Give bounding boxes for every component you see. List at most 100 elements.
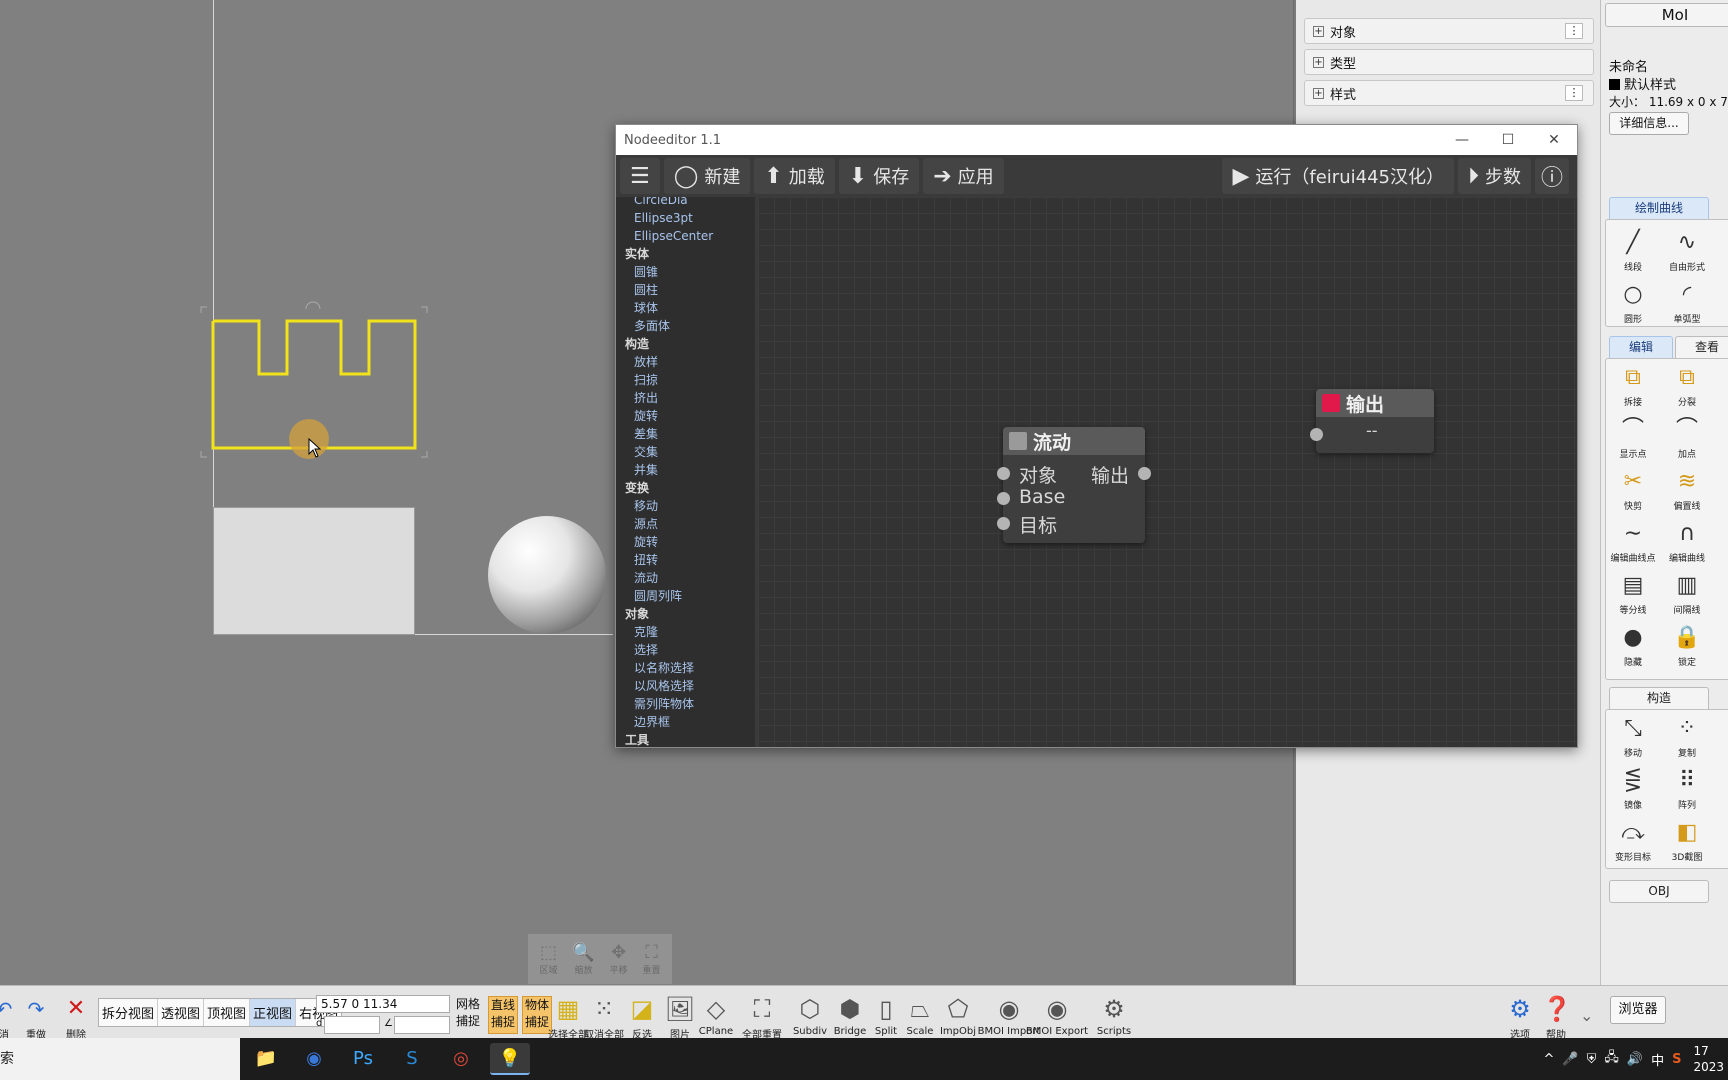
sidebar-category[interactable]: 工具: [616, 731, 755, 747]
node-library-sidebar[interactable]: CircleDia Ellipse3pt EllipseCenter 实体 圆锥 圆柱 球体…: [616, 197, 758, 747]
output-port-dot[interactable]: [1138, 467, 1151, 480]
line-tool[interactable]: ╱ 线段: [1608, 228, 1658, 273]
input-port-dot[interactable]: [1310, 428, 1323, 441]
delete-button[interactable]: ✕ 删除: [62, 994, 90, 1041]
sidebar-category[interactable]: 对象: [616, 605, 755, 623]
divide-tool[interactable]: ▤ 等分线: [1608, 571, 1658, 616]
info-button[interactable]: ⓘ: [1534, 158, 1569, 194]
object-style[interactable]: 默认样式: [1609, 74, 1676, 93]
copy-tool[interactable]: ⁘ 复制: [1662, 714, 1712, 759]
options-button[interactable]: ⚙ 选项: [1506, 994, 1534, 1041]
sidebar-node-item[interactable]: 多面体: [616, 317, 755, 335]
network-icon[interactable]: 🖧: [1604, 1048, 1619, 1070]
tab-edit[interactable]: 编辑: [1609, 336, 1673, 359]
sidebar-category[interactable]: 变换: [616, 479, 755, 497]
sidebar-node-item[interactable]: 需列阵物体: [616, 695, 755, 713]
run-button[interactable]: ▶ 运行（feirui445汉化）: [1222, 158, 1454, 194]
browser-button[interactable]: 浏览器: [1610, 996, 1666, 1024]
grid-snap-toggle[interactable]: 网格捕捉: [453, 996, 483, 1034]
input-method-icon[interactable]: 中: [1651, 1050, 1664, 1069]
pan-button[interactable]: ✥ 平移: [610, 942, 628, 976]
moi-icon[interactable]: 💡: [490, 1043, 530, 1075]
undo-button[interactable]: ↶ 消: [0, 994, 14, 1041]
accordion-types[interactable]: + 类型: [1304, 49, 1594, 75]
distance-input[interactable]: [324, 1016, 380, 1034]
security-icon[interactable]: ⛨: [1587, 1052, 1597, 1067]
sidebar-node-item[interactable]: 圆锥: [616, 263, 755, 281]
input-port-dot[interactable]: [997, 517, 1010, 530]
bridge-tool-button[interactable]: ⬢ Bridge: [830, 994, 870, 1037]
sidebar-node-item[interactable]: 以名称选择: [616, 659, 755, 677]
sidebar-category[interactable]: 构造: [616, 335, 755, 353]
sogou-ime-icon[interactable]: S: [1672, 1052, 1681, 1067]
反选-tool-button[interactable]: ◪ 反选: [622, 994, 662, 1041]
maximize-icon[interactable]: ☐: [1485, 125, 1531, 155]
coordinate-input[interactable]: 5.57 0 11.34: [316, 995, 450, 1013]
sidebar-node-item[interactable]: 差集: [616, 425, 755, 443]
sidebar-node-item[interactable]: 流动: [616, 569, 755, 587]
chrome-icon[interactable]: ◎: [441, 1043, 481, 1075]
window-titlebar[interactable]: Nodeeditor 1.1 — ☐ ✕: [616, 125, 1577, 155]
arc-tool[interactable]: ◜ 单弧型: [1662, 280, 1712, 325]
hide-tool[interactable]: ● 隐藏: [1608, 623, 1658, 668]
sidebar-node-item[interactable]: 圆柱: [616, 281, 755, 299]
sidebar-node-item[interactable]: 扭转: [616, 551, 755, 569]
move-tool[interactable]: ⤡ 移动: [1608, 714, 1658, 759]
sidebar-node-item[interactable]: 克隆: [616, 623, 755, 641]
3d-screenshot-tool[interactable]: ◧ 3D截图: [1662, 818, 1712, 863]
node-header[interactable]: 流动: [1003, 427, 1145, 455]
kebab-menu-icon[interactable]: ⋮: [1565, 23, 1583, 39]
join-tool[interactable]: ⧉ 拆接: [1608, 363, 1658, 408]
sphere-object[interactable]: [488, 516, 606, 634]
volume-icon[interactable]: 🔊: [1627, 1052, 1643, 1067]
sidebar-node-item[interactable]: 选择: [616, 641, 755, 659]
sidebar-node-item[interactable]: 放样: [616, 353, 755, 371]
sidebar-node-item[interactable]: 旋转: [616, 533, 755, 551]
node-header[interactable]: 输出: [1316, 389, 1434, 417]
zoom-button[interactable]: 🔍 缩放: [572, 942, 594, 976]
circle-tool[interactable]: ○ 圆形: [1608, 280, 1658, 325]
sidebar-node-item[interactable]: 源点: [616, 515, 755, 533]
offset-curve-tool[interactable]: ≋ 偏置线: [1662, 467, 1712, 512]
tab-view[interactable]: 查看: [1675, 336, 1728, 359]
tray-expand-icon[interactable]: ^: [1544, 1052, 1555, 1067]
redo-button[interactable]: ↷ 重做: [22, 994, 50, 1041]
accordion-styles[interactable]: + 样式 ⋮: [1304, 80, 1594, 106]
taskbar-search[interactable]: 搜索: [0, 1038, 240, 1080]
scale-tool-button[interactable]: ⏢ Scale: [900, 994, 940, 1037]
flow-node[interactable]: 流动 对象 输出 Base 目标: [997, 427, 1151, 543]
obj-button[interactable]: OBJ: [1609, 880, 1709, 903]
microphone-icon[interactable]: 🎤: [1562, 1052, 1578, 1067]
kebab-menu-icon[interactable]: ⋮: [1565, 85, 1583, 101]
图片-tool-button[interactable]: 🖼 图片: [660, 994, 700, 1041]
sidebar-node-item[interactable]: EllipseCenter: [616, 227, 755, 245]
details-button[interactable]: 详细信息...: [1609, 112, 1689, 135]
node-canvas[interactable]: 流动 对象 输出 Base 目标 输出 --: [758, 197, 1577, 747]
close-icon[interactable]: ✕: [1531, 125, 1577, 155]
new-button[interactable]: ◯ 新建: [663, 158, 751, 194]
edit-curve-tool[interactable]: ∩ 编辑曲线: [1662, 519, 1712, 564]
impobj-tool-button[interactable]: ⬠ ImpObj: [938, 994, 978, 1037]
sidebar-node-item[interactable]: 挤出: [616, 389, 755, 407]
sidebar-node-item[interactable]: 并集: [616, 461, 755, 479]
input-port-dot[interactable]: [997, 467, 1010, 480]
sidebar-node-item[interactable]: 旋转: [616, 407, 755, 425]
deform-target-tool[interactable]: ⤼ 变形目标: [1608, 818, 1658, 863]
sogou-icon[interactable]: S: [392, 1043, 432, 1075]
quick-trim-tool[interactable]: ✂ 快剪: [1608, 467, 1658, 512]
全部重置-tool-button[interactable]: ⛶ 全部重置: [742, 994, 782, 1041]
取消全部-tool-button[interactable]: ⁙ 取消全部: [584, 994, 624, 1041]
save-button[interactable]: ⬇ 保存: [838, 158, 920, 194]
sidebar-node-item[interactable]: 球体: [616, 299, 755, 317]
tab-top[interactable]: 顶视图: [204, 999, 251, 1026]
reset-view-button[interactable]: ⛶ 重置: [643, 942, 661, 976]
选择全部-tool-button[interactable]: ▦ 选择全部: [548, 994, 588, 1041]
tab-perspective[interactable]: 透视图: [158, 999, 205, 1026]
minimize-icon[interactable]: —: [1439, 125, 1485, 155]
add-point-tool[interactable]: ⌒ 加点: [1662, 415, 1712, 460]
tab-draw-curve[interactable]: 绘制曲线: [1609, 197, 1709, 220]
separate-tool[interactable]: ⧉ 分裂: [1662, 363, 1712, 408]
menu-button[interactable]: ☰: [620, 158, 660, 194]
sidebar-node-item[interactable]: Ellipse3pt: [616, 209, 755, 227]
file-explorer-icon[interactable]: 📁: [246, 1043, 286, 1075]
